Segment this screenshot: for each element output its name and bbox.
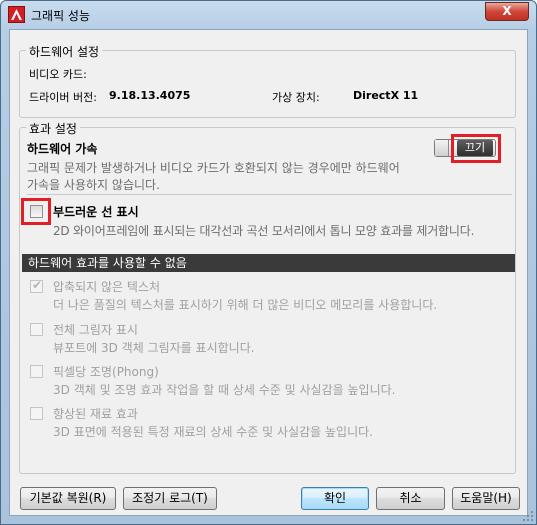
hw-accel-desc-line2: 가속을 사용하지 않습니다. (27, 178, 160, 192)
help-button[interactable]: 도움말(H) (452, 487, 520, 510)
per-pixel-lighting-title: 픽셀당 조명(Phong) (53, 365, 159, 379)
per-pixel-lighting-checkbox[interactable] (30, 365, 43, 378)
window-title: 그래픽 성능 (31, 9, 91, 23)
toggle-highlight-box (451, 134, 501, 163)
resize-grip-icon[interactable] (522, 510, 534, 522)
virtual-device-value: DirectX 11 (353, 89, 419, 102)
hw-unavailable-banner: 하드웨어 효과를 사용할 수 없음 (22, 254, 515, 272)
hw-accel-toggle-knob[interactable] (435, 140, 449, 156)
video-card-label: 비디오 카드: (29, 68, 87, 81)
autocad-logo-icon (8, 6, 25, 23)
full-shadow-desc: 뷰포트에 3D 객체 그림자를 표시합니다. (53, 341, 255, 355)
cancel-button[interactable]: 취소 (376, 487, 445, 510)
smooth-line-desc: 2D 와이어프레임에 표시되는 대각선과 곡선 모서리에서 톱니 모양 효과를 … (53, 224, 475, 238)
tuning-log-button[interactable]: 조정기 로그(T) (123, 487, 217, 510)
full-shadow-title: 전체 그림자 표시 (53, 323, 138, 337)
hw-accel-title: 하드웨어 가속 (27, 142, 98, 156)
smooth-line-title: 부드러운 선 표시 (53, 205, 139, 219)
full-shadow-checkbox[interactable] (30, 323, 43, 336)
effect-settings-legend: 효과 설정 (26, 120, 80, 137)
dialog-client: 하드웨어 설정 비디오 카드: 드라이버 버전: 9.18.13.4075 가상… (9, 29, 528, 516)
enhanced-material-checkbox[interactable] (30, 407, 43, 420)
section-separator (27, 194, 512, 195)
dialog-window: 그래픽 성능 X 하드웨어 설정 비디오 카드: 드라이버 버전: 9.18.1… (0, 0, 537, 525)
hardware-settings-legend: 하드웨어 설정 (26, 43, 103, 60)
reset-defaults-button[interactable]: 기본값 복원(R) (20, 487, 116, 510)
check-mark-icon: ✔ (32, 278, 43, 292)
checkbox-highlight-box (21, 198, 51, 225)
virtual-device-label: 가상 장치: (272, 91, 320, 104)
uncompressed-texture-checkbox[interactable]: ✔ (30, 278, 43, 293)
uncompressed-texture-desc: 더 나은 품질의 텍스처를 표시하기 위해 더 많은 비디오 메모리를 사용합니… (53, 298, 438, 312)
uncompressed-texture-title: 압축되지 않은 텍스처 (53, 280, 160, 294)
title-bar[interactable]: 그래픽 성능 X (1, 1, 536, 29)
ok-button[interactable]: 확인 (301, 487, 369, 510)
enhanced-material-title: 향상된 재료 효과 (53, 407, 138, 421)
hw-accel-desc-line1: 그래픽 문제가 발생하거나 비디오 카드가 호환되지 않는 경우에만 하드웨어 (27, 161, 400, 175)
hardware-settings-group: 하드웨어 설정 (19, 43, 516, 118)
driver-version-label: 드라이버 버전: (29, 91, 97, 104)
enhanced-material-desc: 3D 표면에 적용된 특정 재료의 상세 수준 및 사실감을 높입니다. (53, 425, 373, 439)
close-button[interactable]: X (485, 2, 529, 21)
per-pixel-lighting-desc: 3D 객체 및 조명 효과 작업을 할 때 상세 수준 및 사실감을 높입니다. (53, 383, 396, 397)
driver-version-value: 9.18.13.4075 (109, 89, 191, 102)
